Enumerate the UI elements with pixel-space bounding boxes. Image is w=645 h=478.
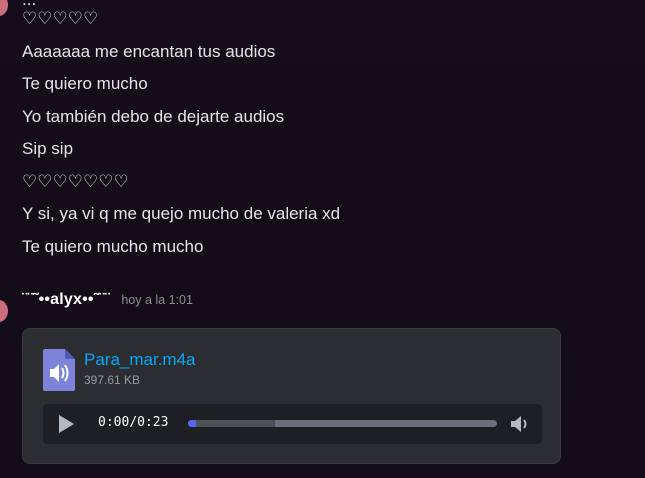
message-line: Aaaaaaa me encantan tus audios xyxy=(22,42,276,61)
audio-player: 0:00/0:23 xyxy=(43,404,542,444)
avatar-partial[interactable] xyxy=(0,0,8,16)
time-display: 0:00/0:23 xyxy=(98,415,168,430)
duration: 0:23 xyxy=(137,415,169,430)
message-line: Te quiero mucho mucho xyxy=(22,237,204,256)
message-line: ♡♡♡♡♡ xyxy=(22,9,99,28)
message-line: Y si, ya vi q me quejo mucho de valeria … xyxy=(22,204,341,223)
progress-fill xyxy=(188,420,196,427)
seek-bar[interactable] xyxy=(188,420,497,427)
file-size: 397.61 KB xyxy=(84,373,141,387)
volume-icon[interactable] xyxy=(508,413,530,435)
message-header: ¨¨˜••alyx••˜¨¨ hoy a la 1:01 xyxy=(22,291,193,313)
author-name[interactable]: ¨¨˜••alyx••˜¨¨ xyxy=(22,291,110,309)
message-line: Te quiero mucho xyxy=(22,74,148,93)
audio-file-icon xyxy=(43,349,75,391)
message-line: ♡♡♡♡♡♡♡ xyxy=(22,172,129,191)
avatar[interactable] xyxy=(0,300,8,322)
current-time: 0:00 xyxy=(98,415,130,430)
buffered-bar xyxy=(188,420,275,427)
audio-attachment: Para_mar.m4a 397.61 KB 0:00/0:23 xyxy=(22,328,561,464)
time-separator: / xyxy=(129,415,138,430)
message-line: Sip sip xyxy=(22,139,74,158)
play-icon[interactable] xyxy=(55,413,77,435)
file-name-link[interactable]: Para_mar.m4a xyxy=(84,350,196,370)
message-line: Yo también debo de dejarte audios xyxy=(22,107,285,126)
timestamp: hoy a la 1:01 xyxy=(121,293,193,307)
